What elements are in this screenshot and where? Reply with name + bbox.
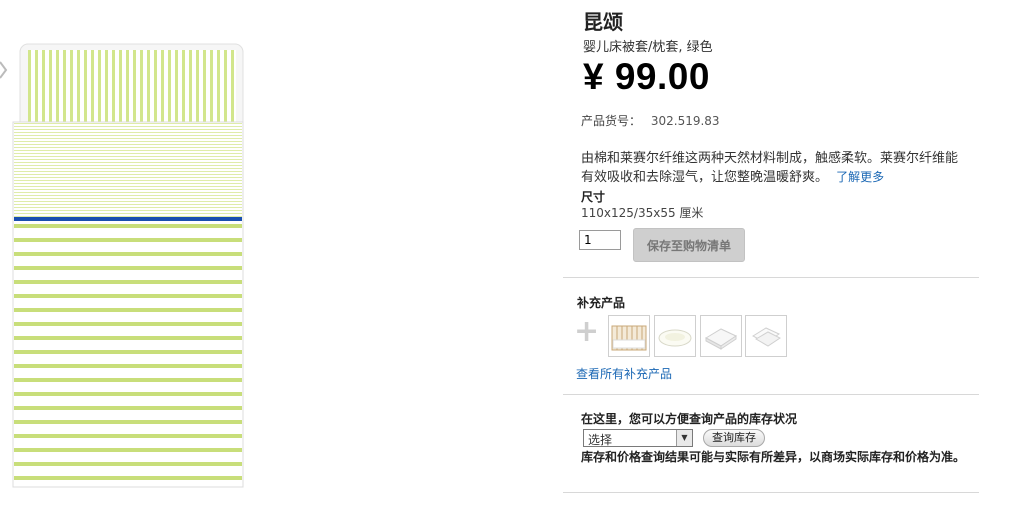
check-stock-button[interactable]: 查询库存 bbox=[703, 429, 765, 447]
learn-more-link[interactable]: 了解更多 bbox=[836, 170, 884, 184]
product-name: 昆颂 bbox=[583, 10, 623, 34]
store-select-value: 选择 bbox=[588, 433, 613, 447]
pillow-icon bbox=[658, 329, 692, 347]
crib-icon bbox=[611, 325, 647, 351]
crib-thumbnail[interactable] bbox=[608, 315, 650, 357]
complementary-products-title: 补充产品 bbox=[577, 296, 626, 310]
article-number-value: 302.519.83 bbox=[650, 114, 720, 128]
stock-check-title: 在这里，您可以方便查询产品的库存状况 bbox=[581, 412, 798, 426]
chevron-down-icon[interactable]: ▼ bbox=[676, 430, 692, 446]
save-to-shopping-list-button[interactable]: 保存至购物清单 bbox=[633, 228, 745, 262]
size-value: 110x125/35x55 厘米 bbox=[581, 206, 704, 220]
see-all-complementary-link[interactable]: 查看所有补充产品 bbox=[576, 365, 672, 382]
size-label: 尺寸 bbox=[581, 190, 606, 204]
product-long-description: 由棉和莱赛尔纤维这两种天然材料制成，触感柔软。莱赛尔纤维能有效吸收和去除湿气，让… bbox=[581, 150, 969, 187]
quantity-input[interactable] bbox=[579, 230, 621, 250]
product-price: ¥ 99.00 bbox=[583, 56, 710, 97]
product-image bbox=[0, 0, 270, 503]
divider bbox=[563, 277, 979, 278]
divider bbox=[563, 492, 979, 493]
stock-disclaimer: 库存和价格查询结果可能与实际有所差异，以商场实际库存和价格为准。 bbox=[581, 450, 966, 464]
pillow-thumbnail[interactable] bbox=[654, 315, 696, 357]
article-number-row: 产品货号： 302.519.83 bbox=[581, 112, 720, 129]
mattress-icon bbox=[704, 328, 738, 350]
mattress-thumbnail[interactable] bbox=[700, 315, 742, 357]
pillowcase-icon bbox=[751, 327, 781, 347]
store-select[interactable]: 选择 ▼ bbox=[583, 429, 693, 447]
plus-icon: + bbox=[574, 314, 600, 349]
long-description-text: 由棉和莱赛尔纤维这两种天然材料制成，触感柔软。莱赛尔纤维能有效吸收和去除湿气，让… bbox=[581, 151, 959, 185]
product-short-description: 婴儿床被套/枕套, 绿色 bbox=[583, 40, 713, 55]
article-number-label: 产品货号： bbox=[581, 114, 642, 128]
pillowcase-thumbnail[interactable] bbox=[745, 315, 787, 357]
divider bbox=[563, 394, 979, 395]
